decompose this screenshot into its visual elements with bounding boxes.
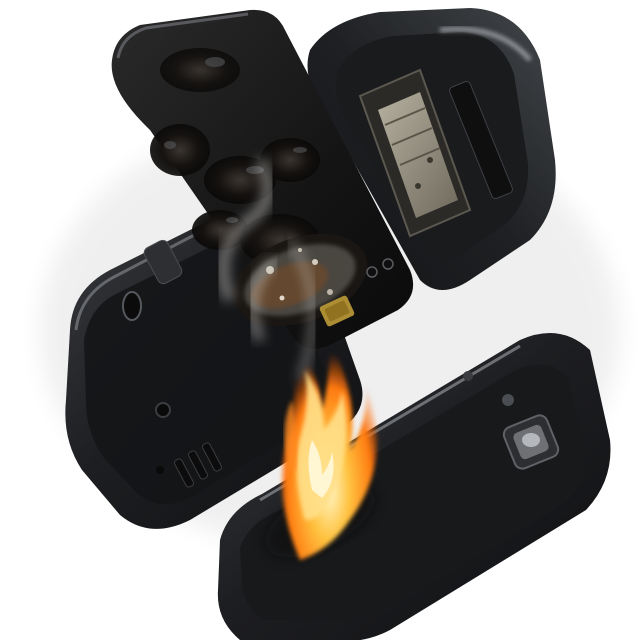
photo-scene — [0, 0, 640, 640]
screw-hole — [155, 402, 171, 418]
burnt-phone-illustration — [40, 8, 620, 640]
earphone-port — [122, 291, 142, 321]
